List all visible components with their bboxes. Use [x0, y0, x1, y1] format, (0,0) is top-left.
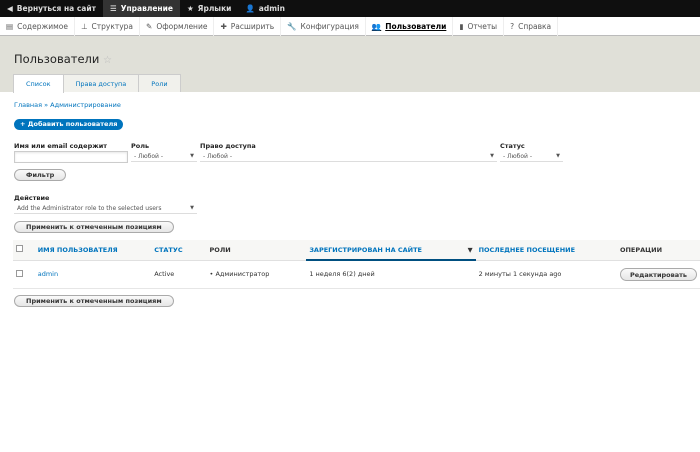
shortcuts-tab[interactable]: ★ Ярлыки — [180, 0, 239, 17]
row-checkbox[interactable] — [16, 269, 23, 277]
action-label: Действие — [14, 194, 50, 202]
tray-content[interactable]: ▤ Содержимое — [0, 16, 75, 36]
role-select[interactable]: - Любой - ▼ — [131, 151, 197, 162]
users-table: ИМЯ ПОЛЬЗОВАТЕЛЯ СТАТУС РОЛИ ЗАРЕГИСТРИР… — [13, 240, 700, 289]
tray-help[interactable]: ? Справка — [504, 16, 559, 36]
tray-people[interactable]: 👥 Пользователи — [366, 16, 454, 36]
tray-reports[interactable]: ▮ Отчеты — [453, 16, 505, 36]
tab-permissions[interactable]: Права доступа — [62, 74, 140, 92]
filter-button[interactable]: Фильтр — [14, 169, 67, 181]
table-header: ИМЯ ПОЛЬЗОВАТЕЛЯ СТАТУС РОЛИ ЗАРЕГИСТРИР… — [13, 240, 700, 261]
name-input[interactable] — [14, 151, 128, 163]
structure-icon: ⊥ — [80, 21, 88, 31]
menu-icon: ☰ — [109, 4, 117, 13]
chevron-down-icon: ▼ — [556, 153, 560, 159]
add-user-button[interactable]: + Добавить пользователя — [14, 119, 124, 130]
permission-label: Право доступа — [200, 142, 256, 150]
tab-roles[interactable]: Роли — [138, 74, 181, 92]
star-icon: ★ — [186, 4, 194, 13]
action-select[interactable]: Add the Administrator role to the select… — [14, 203, 197, 214]
status-cell: Active — [151, 260, 207, 289]
last-access-cell: 2 минуты 1 секунда ago — [475, 260, 617, 289]
col-username[interactable]: ИМЯ ПОЛЬЗОВАТЕЛЯ — [34, 240, 152, 261]
manage-tab[interactable]: ☰ Управление — [102, 0, 180, 17]
breadcrumb[interactable]: Главная » Администрирование — [14, 101, 121, 109]
wrench-icon: 🔧 — [287, 21, 297, 31]
admin-toolbar: ◀ Вернуться на сайт ☰ Управление ★ Ярлыки 👤… — [0, 0, 700, 17]
chevron-down-icon: ▼ — [190, 153, 194, 159]
tray-structure[interactable]: ⊥ Структура — [75, 16, 141, 36]
puzzle-icon: ✚ — [220, 21, 227, 31]
col-operations: ОПЕРАЦИИ — [616, 240, 700, 261]
edit-button[interactable]: Редактировать — [619, 267, 697, 281]
col-roles: РОЛИ — [206, 240, 307, 261]
role-label: Роль — [131, 142, 150, 150]
table-row: admin Active • Администратор 1 неделя 6(… — [13, 260, 700, 289]
brush-icon: ✎ — [146, 21, 153, 31]
name-label: Имя или email содержит — [14, 142, 108, 150]
col-registered[interactable]: ЗАРЕГИСТРИРОВАН НА САЙТЕ ▼ — [306, 240, 476, 261]
select-all-checkbox[interactable] — [16, 245, 23, 253]
username-link[interactable]: admin — [38, 270, 58, 278]
chart-icon: ▮ — [459, 21, 464, 31]
people-icon: 👥 — [371, 21, 382, 31]
file-icon: ▤ — [6, 21, 14, 31]
back-to-site[interactable]: ◀ Вернуться на сайт — [0, 0, 103, 17]
tabs: Список Права доступа Роли — [13, 74, 181, 93]
apply-button-top[interactable]: Применить к отмеченным позициям — [14, 221, 174, 233]
col-status[interactable]: СТАТУС — [151, 240, 207, 261]
tab-list[interactable]: Список — [13, 74, 64, 93]
chevron-down-icon: ▼ — [490, 153, 494, 159]
help-icon: ? — [510, 21, 515, 31]
page-title: Пользователи ☆ — [14, 52, 113, 66]
status-label: Статус — [500, 142, 525, 150]
tray-appearance[interactable]: ✎ Оформление — [140, 16, 215, 36]
user-icon: 👤 — [245, 4, 255, 13]
admin-tray: ▤ Содержимое ⊥ Структура ✎ Оформление ✚ Расш… — [0, 16, 700, 36]
registered-cell: 1 неделя 6(2) дней — [306, 260, 476, 289]
shortcut-star-icon[interactable]: ☆ — [103, 55, 112, 66]
sort-desc-icon: ▼ — [467, 245, 473, 254]
tray-config[interactable]: 🔧 Конфигурация — [281, 16, 366, 36]
col-last-access[interactable]: ПОСЛЕДНЕЕ ПОСЕЩЕНИЕ — [475, 240, 617, 261]
user-tab[interactable]: 👤 admin — [238, 0, 292, 17]
chevron-down-icon: ▼ — [190, 205, 194, 211]
status-select[interactable]: - Любой - ▼ — [500, 151, 563, 162]
back-arrow-icon: ◀ — [7, 4, 13, 13]
apply-button-bottom[interactable]: Применить к отмеченным позициям — [14, 295, 174, 307]
roles-cell: • Администратор — [206, 260, 307, 289]
permission-select[interactable]: - Любой - ▼ — [200, 151, 497, 162]
tray-extend[interactable]: ✚ Расширить — [214, 16, 282, 36]
